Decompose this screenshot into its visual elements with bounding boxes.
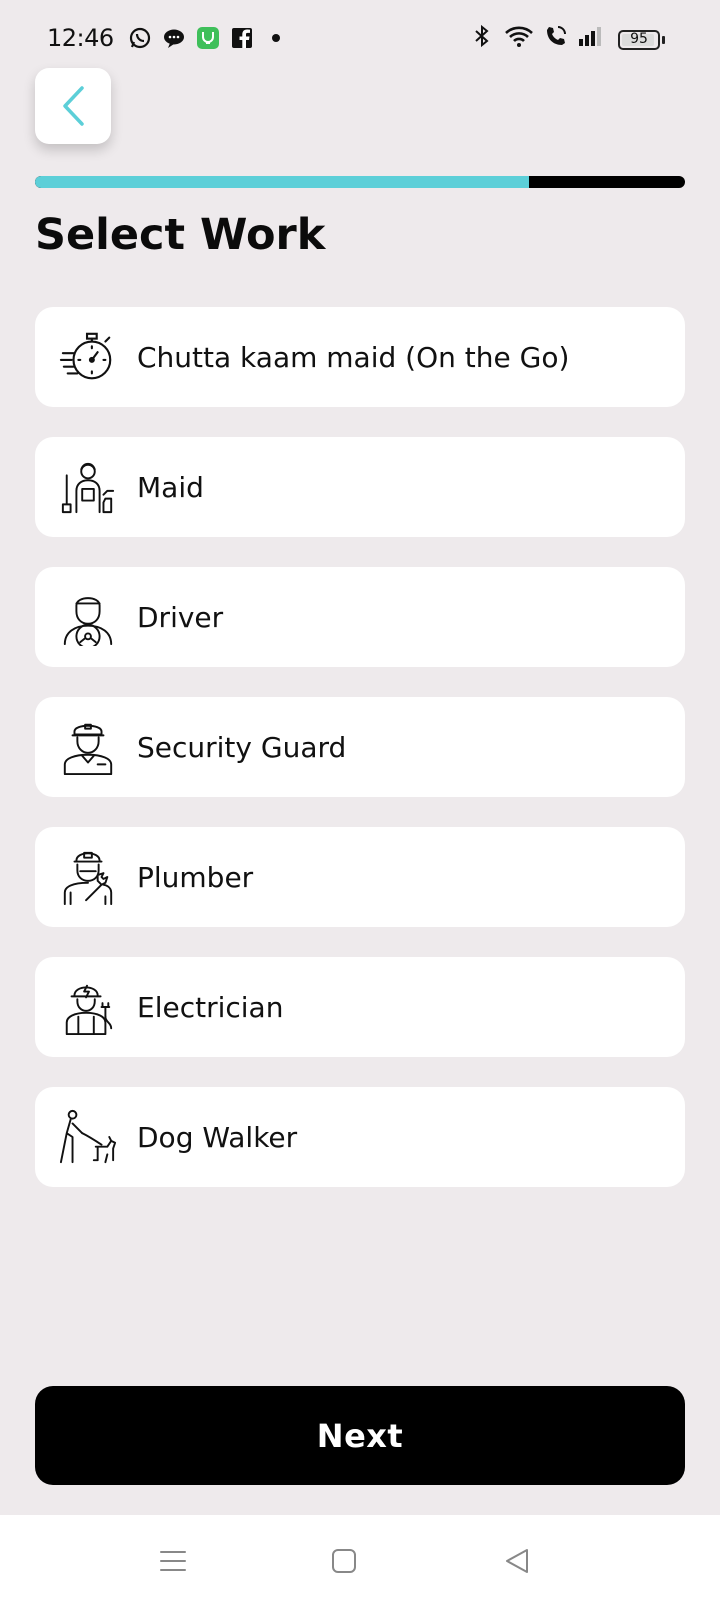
- page-title: Select Work: [35, 210, 326, 260]
- work-option-maid[interactable]: Maid: [35, 437, 685, 537]
- chat-bubble-icon: [164, 29, 184, 48]
- stopwatch-icon: [59, 332, 112, 380]
- progress-fill: [35, 176, 529, 188]
- battery-percentage: 95: [630, 31, 648, 47]
- work-option-label: Plumber: [137, 860, 254, 894]
- work-option-plumber[interactable]: Plumber: [35, 827, 685, 927]
- signal-icon: [579, 27, 601, 46]
- whatsapp-icon: [129, 27, 151, 49]
- chevron-left-icon: [63, 86, 84, 126]
- home-icon[interactable]: [328, 1545, 360, 1577]
- status-time: 12:46: [47, 24, 114, 52]
- electrician-icon: [65, 984, 113, 1036]
- plumber-icon: [63, 851, 113, 906]
- app-store-icon: [197, 27, 219, 49]
- status-bar: 12:46 95: [0, 0, 720, 62]
- battery-indicator: 95: [618, 30, 660, 50]
- work-option-label: Electrician: [137, 990, 284, 1024]
- work-option-label: Security Guard: [137, 730, 347, 764]
- work-option-label: Dog Walker: [137, 1120, 298, 1154]
- notification-icons: [128, 26, 288, 50]
- wifi-call-icon: [547, 26, 566, 45]
- work-option-label: Maid: [137, 470, 204, 504]
- security-guard-icon: [63, 723, 113, 776]
- battery-cap: [662, 36, 665, 44]
- next-button[interactable]: Next: [35, 1386, 685, 1485]
- wifi-icon: [505, 26, 533, 47]
- driver-icon: [63, 597, 113, 646]
- work-option-label: Chutta kaam maid (On the Go): [137, 340, 570, 374]
- maid-icon: [61, 462, 115, 514]
- work-option-chutta-kaam-maid[interactable]: Chutta kaam maid (On the Go): [35, 307, 685, 407]
- bluetooth-icon: [475, 24, 489, 48]
- facebook-icon: [232, 28, 252, 48]
- back-button[interactable]: [35, 68, 111, 144]
- work-option-driver[interactable]: Driver: [35, 567, 685, 667]
- system-navigation-bar: [0, 1515, 720, 1604]
- onboarding-progress-bar: [35, 176, 685, 188]
- work-option-dog-walker[interactable]: Dog Walker: [35, 1087, 685, 1187]
- menu-icon[interactable]: [157, 1545, 189, 1577]
- work-option-security-guard[interactable]: Security Guard: [35, 697, 685, 797]
- system-icons: [470, 24, 602, 48]
- work-option-label: Driver: [137, 600, 224, 634]
- back-icon[interactable]: [501, 1545, 533, 1577]
- dot-icon: [272, 34, 280, 42]
- dog-walker-icon: [59, 1109, 117, 1164]
- work-option-electrician[interactable]: Electrician: [35, 957, 685, 1057]
- work-options-list: Chutta kaam maid (On the Go) Maid Driver: [35, 307, 685, 1217]
